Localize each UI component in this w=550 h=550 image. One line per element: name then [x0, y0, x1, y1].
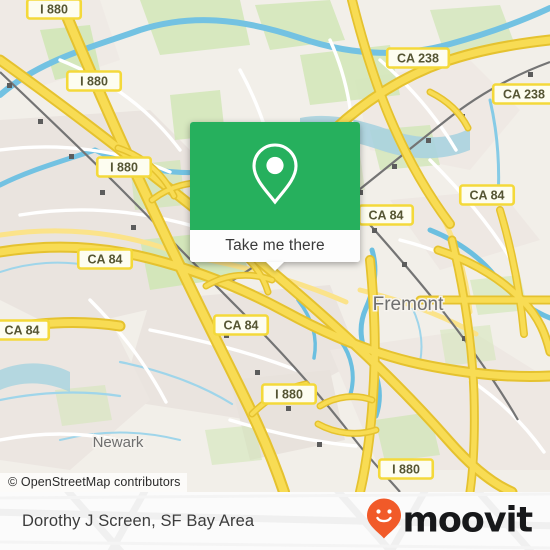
popup-action-bar[interactable]: Take me there: [190, 230, 360, 262]
road-shield-label: CA 84: [88, 253, 123, 267]
road-shield-label: CA 238: [503, 88, 545, 102]
take-me-there-label: Take me there: [225, 237, 325, 254]
road-shield: I 880: [260, 383, 318, 405]
road-shield: CA 84: [357, 204, 415, 226]
road-shield: CA 84: [212, 314, 270, 336]
road-shield-label: I 880: [392, 463, 420, 477]
road-shield-label: CA 84: [5, 324, 40, 338]
road-shield: I 880: [65, 70, 123, 92]
road-shield-label: CA 238: [397, 52, 439, 66]
road-shield: I 880: [95, 156, 153, 178]
city-label: Fremont: [373, 294, 444, 315]
road-shield-label: CA 84: [470, 189, 505, 203]
road-shield: CA 84: [458, 184, 516, 206]
road-shield-label: I 880: [110, 161, 138, 175]
road-shield: CA 238: [491, 83, 550, 105]
moovit-smile-pin-icon: [367, 498, 402, 544]
road-shield-label: I 880: [80, 75, 108, 89]
map-pin-icon: [247, 141, 303, 212]
road-shield: I 880: [25, 0, 83, 20]
road-shield: CA 84: [0, 319, 51, 341]
moovit-logo[interactable]: moovit: [367, 498, 533, 544]
location-popup-card[interactable]: Take me there: [190, 122, 360, 271]
road-shield: I 880: [377, 458, 435, 480]
road-shield: CA 84: [76, 248, 134, 270]
footer-bar: Dorothy J Screen, SF Bay Area moovit: [0, 492, 550, 550]
road-shield: CA 238: [385, 47, 451, 69]
road-shield-label: I 880: [275, 388, 303, 402]
popup-image-panel: [190, 122, 360, 230]
popup-pointer-arrow: [266, 262, 284, 271]
page-title: Dorothy J Screen, SF Bay Area: [22, 512, 255, 530]
road-shield-label: CA 84: [369, 209, 404, 223]
road-shield-label: I 880: [40, 3, 68, 17]
road-shield-label: CA 84: [224, 319, 259, 333]
moovit-wordmark: moovit: [402, 500, 533, 541]
map-screenshot: Fremont Newark I 880 CA 238 I 880 CA 238 I 88…: [0, 0, 550, 550]
city-label: Newark: [93, 434, 144, 451]
osm-attribution[interactable]: © OpenStreetMap contributors: [0, 473, 187, 492]
